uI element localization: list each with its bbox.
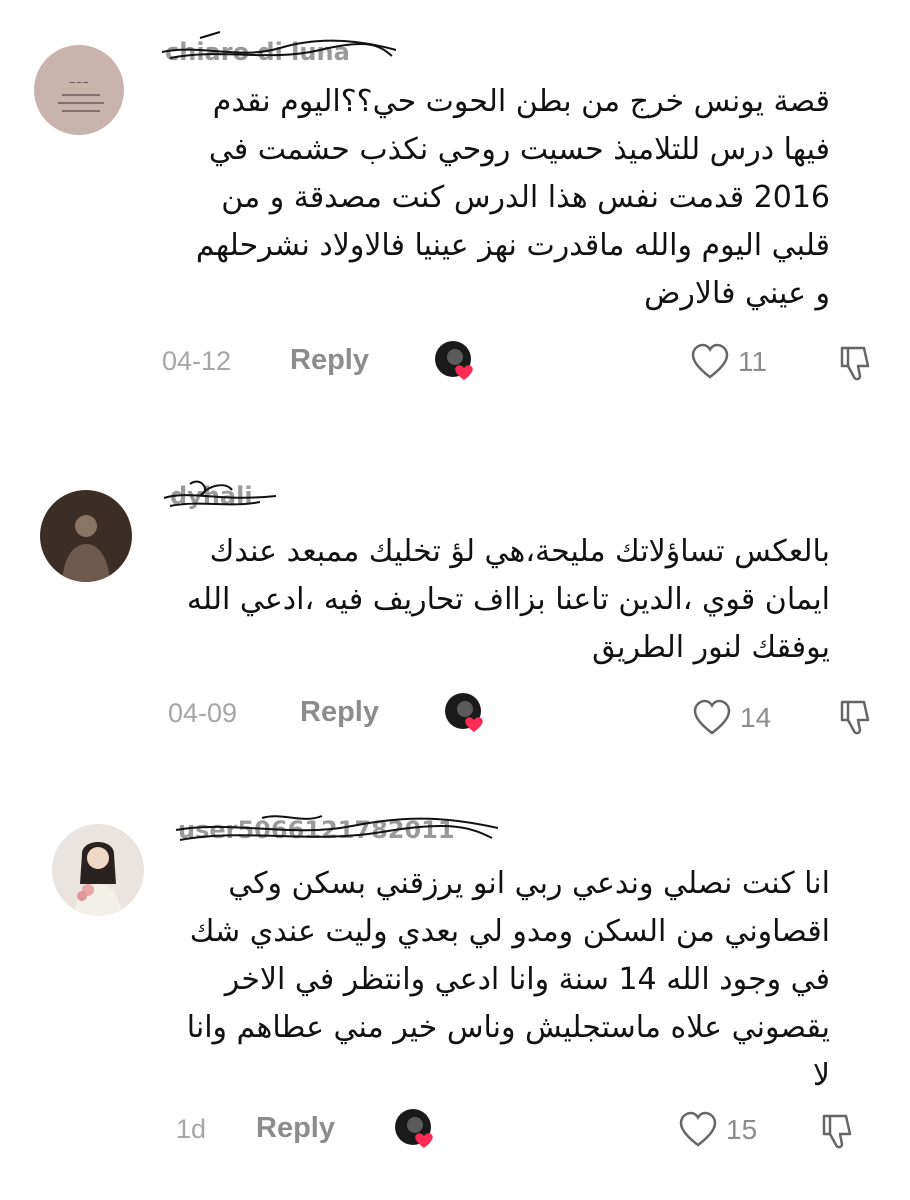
comment-date: 1d (176, 1114, 207, 1144)
username-redaction (163, 480, 277, 507)
creator-liked-icon (395, 1109, 433, 1148)
creator-liked-icon (435, 341, 473, 380)
heart-outline-icon[interactable] (692, 698, 732, 738)
reply-button[interactable]: Reply (256, 1112, 335, 1145)
creator-liked-icon (445, 693, 483, 732)
svg-text:~~~: ~~~ (69, 78, 89, 87)
avatar[interactable] (40, 490, 132, 582)
comment-date: 04-09 (168, 698, 238, 728)
like-count: 11 (738, 346, 768, 377)
like-count: 15 (726, 1114, 758, 1145)
avatar[interactable]: ~~~ (34, 45, 124, 135)
comment-text: انا كنت نصلي وندعي ربي انو يرزقني بسكن و… (186, 866, 830, 1093)
reply-button[interactable]: Reply (290, 344, 369, 377)
thumbs-down-outline-icon[interactable] (836, 696, 878, 738)
like-count: 14 (740, 702, 772, 733)
comment-date: 04-12 (162, 346, 232, 376)
heart-outline-icon[interactable] (690, 342, 730, 382)
comment-text: قصة يونس خرج من بطن الحوت حي؟؟اليوم نقدم… (195, 84, 830, 311)
username-redaction (175, 815, 499, 841)
reply-button[interactable]: Reply (300, 696, 379, 729)
thumbs-down-outline-icon[interactable] (836, 342, 878, 384)
username-redaction (161, 31, 397, 59)
heart-outline-icon[interactable] (678, 1110, 718, 1150)
thumbs-down-outline-icon[interactable] (818, 1110, 860, 1152)
comment-text: بالعكس تساؤلاتك مليحة،هي لؤ تخليك ممبعد … (186, 534, 830, 665)
